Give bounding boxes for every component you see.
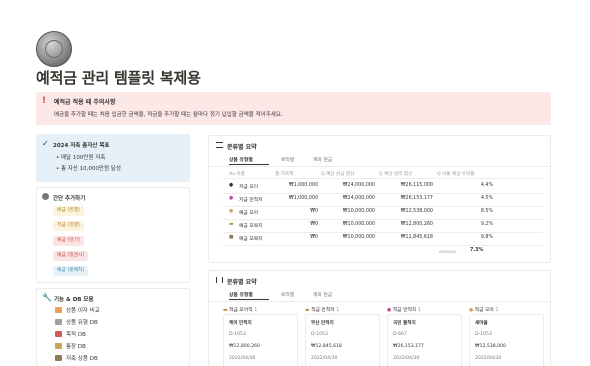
quick-add-button[interactable]: 예금 (만기) [53,236,84,246]
view-tab-account[interactable]: 계좌 현금 [313,156,332,163]
db-links-title: 기능 & DB 모음 [54,297,94,303]
board-group-header[interactable]: ▬ 적금 만적저 1 [305,306,339,313]
exclamation-icon: ! [42,96,47,106]
goal-bullet: • 매달 100만원 저축 [56,155,106,161]
view-tab-type[interactable]: 상품 유형별 [229,156,253,163]
db-link[interactable]: 상품 유형 DB [55,318,98,326]
board-card[interactable]: 국민 월적지 D-667 ₩26,153,177 2022/04/30 [387,314,462,366]
footer-average: 7.3% [470,248,484,253]
view-tab-purpose[interactable]: 목적별 [281,291,294,298]
money-bag-icon: ● [229,209,234,214]
board-group-header[interactable]: ● 적금 모아 1 [469,306,499,313]
wrench-icon: 🔧 [42,293,52,302]
quick-add-button[interactable]: 예금 (증권사) [53,251,89,261]
db-link[interactable]: 통장 DB [55,342,86,350]
goal-title: 2024 저축 총자산 목표 [53,143,110,149]
savings-goal-callout: ✓ 2024 저축 총자산 목표 • 매달 100만원 저축 • 총 자산 10… [36,134,190,182]
globe-icon [42,193,49,200]
quick-add-button[interactable]: 예금 (판매처) [53,266,89,276]
checkmark-icon: ✓ [42,139,49,148]
db-link[interactable]: 목적 DB [55,330,86,338]
passbook-icon [55,343,62,349]
goal-bullet: • 총 자산 10,000만원 달성 [56,166,121,172]
quick-add-title: 간단 추가하기 [53,196,86,202]
page-title: 예적금 관리 템플릿 복제용 [36,69,201,87]
table-row[interactable]: ● 예금 모아 ₩0 ₩10,000,000 ₩12,538,000 8.5% [223,207,543,219]
table-icon [216,142,223,148]
db-link[interactable]: 상품 이자 비교 [55,306,100,314]
bill-icon: ▬ [229,222,234,227]
table-row[interactable]: ● 저금 만적저 ₩1,000,000 ₩24,000,000 ₩26,153,… [223,194,543,206]
coin-icon: ● [229,183,234,188]
footer-label: AVERAGE [439,249,457,254]
table-row[interactable]: ■ 예금 모목지 ₩0 ₩10,000,000 ₩12,845,618 9.8% [223,233,543,245]
pin-icon [55,331,62,337]
view-tab-purpose[interactable]: 목적별 [281,156,294,163]
col-header-rate[interactable]: Q 이율 예상 수익률 [437,171,475,177]
col-header-principal[interactable]: Q 예상 원금 합산 [321,171,354,177]
col-header-monthly[interactable]: 월 저축액 [275,171,293,177]
page-icon-coin [36,31,72,67]
board-icon [216,277,223,283]
board-title: 분류별 요약 [227,279,257,286]
board-card[interactable]: 부산 만적지 D-1053 ₩12,845,618 2022/04/30 [305,314,380,366]
warning-callout: ! 예적금 적용 때 주의사항 예금을 추가할 때는 처음 입금한 금액을, 적… [36,92,551,125]
db-link[interactable]: 저축 상품 DB [55,354,98,362]
table-row[interactable]: ● 저금 모이 ₩1,000,000 ₩24,000,000 ₩26,115,0… [223,181,543,193]
quick-add-panel: 간단 추가하기 예금 (은행) 적금 (은행) 예금 (만기) 예금 (증권사)… [36,187,190,283]
summary-table-panel: 분류별 요약 상품 유형별 목적별 계좌 현금 Aa 이름 월 저축액 Q 예상… [208,135,551,263]
view-tab-account[interactable]: 계좌 현금 [313,291,332,298]
quick-add-button[interactable]: 예금 (은행) [53,206,84,216]
callout-title: 예적금 적용 때 주의사항 [54,99,116,106]
board-card[interactable]: 새마을 D-1053 ₩12,538,000 2022/04/30 [469,314,544,366]
bank-icon [55,319,62,325]
view-tab-type[interactable]: 상품 유형별 [229,291,253,298]
board-card[interactable]: 케이 만적지 D-1053 ₩12,800,260 2022/04/30 [223,314,298,366]
db-links-panel: 🔧 기능 & DB 모음 상품 이자 비교 상품 유형 DB 목적 DB 통장 … [36,288,190,366]
callout-body: 예금을 추가할 때는 처음 입금한 금액을, 적금을 추가할 때는 월마다 정기… [54,112,283,118]
house-icon: ■ [229,235,234,240]
col-header-total[interactable]: Q 예상 원리 합산 [379,171,412,177]
pig-icon: ● [229,196,234,201]
board-panel: 분류별 요약 상품 유형별 목적별 계좌 현금 ▬ 적금 모아적 1 ▬ 적금 … [208,270,551,366]
col-header-name[interactable]: Aa 이름 [229,171,245,177]
quick-add-button[interactable]: 적금 (은행) [53,221,84,231]
coin-icon [55,307,62,313]
table-row[interactable]: ▬ 예금 모목지 ₩0 ₩10,000,000 ₩12,800,260 9.2% [223,220,543,232]
board-group-header[interactable]: ▬ 적금 모아적 1 [223,306,257,313]
house-icon [55,355,62,361]
summary-title: 분류별 요약 [227,144,257,151]
board-group-header[interactable]: ● 적금 만적지 1 [387,306,421,313]
